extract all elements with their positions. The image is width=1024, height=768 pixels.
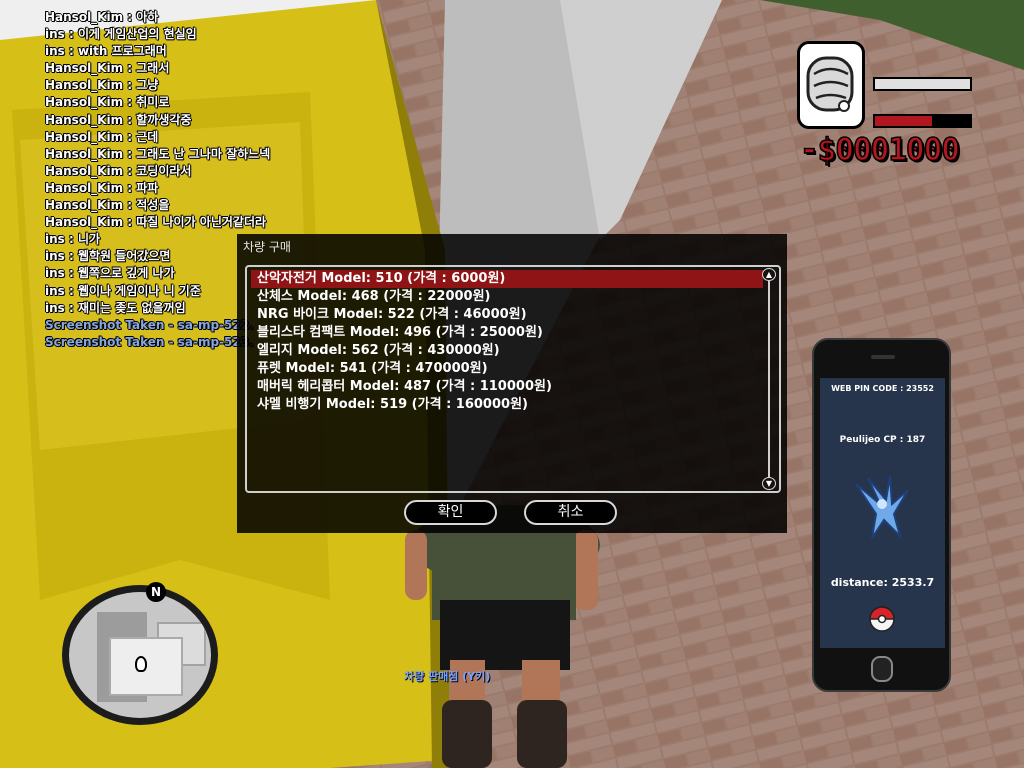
vehicle-list-item[interactable]: 샤멜 비행기 Model: 519 (가격 : 160000원) bbox=[251, 396, 763, 414]
game-scene: Hansol_Kim : 아하 ins : 이게 게임산업의 현실임 ins : w… bbox=[0, 0, 1024, 768]
waypoint-icon bbox=[135, 656, 147, 672]
pin-code-text: WEB PIN CODE : 23552 bbox=[831, 384, 934, 393]
vehicle-list-item[interactable]: 엘리지 Model: 562 (가격 : 430000원) bbox=[251, 342, 763, 360]
radar-minimap bbox=[62, 585, 218, 725]
chat-line: Hansol_Kim : 그냥 bbox=[45, 78, 159, 93]
dealership-caption: 차량 판매점 (Y키) bbox=[404, 670, 491, 683]
phone-home-button[interactable] bbox=[871, 656, 893, 682]
chat-line: Hansol_Kim : 따질 나이가 아닌거같더라 bbox=[45, 215, 267, 230]
north-marker: N bbox=[146, 582, 166, 602]
cancel-button[interactable]: 취소 bbox=[524, 500, 617, 525]
chat-line: Hansol_Kim : 아하 bbox=[45, 10, 159, 24]
distance-text: distance: 2533.7 bbox=[830, 576, 935, 589]
weapon-slot bbox=[797, 41, 865, 129]
phone-screen: WEB PIN CODE : 23552 Peulijeo CP : 187 d… bbox=[820, 378, 945, 648]
pokeball-icon[interactable] bbox=[869, 606, 895, 632]
vehicle-list-item[interactable]: 블리스타 컴팩트 Model: 496 (가격 : 25000원) bbox=[251, 324, 763, 342]
armor-bar bbox=[873, 77, 972, 91]
vehicle-list-item[interactable]: 산악자전거 Model: 510 (가격 : 6000원) bbox=[251, 270, 763, 288]
chat-line: ins : with 프로그래머 bbox=[45, 44, 167, 59]
vehicle-list-item[interactable]: NRG 바이크 Model: 522 (가격 : 46000원) bbox=[251, 306, 763, 324]
vehicle-list-item[interactable]: 산체스 Model: 468 (가격 : 22000원) bbox=[251, 288, 763, 306]
health-bar-fill bbox=[875, 116, 932, 126]
chat-line: Hansol_Kim : 코딩이라서 bbox=[45, 163, 192, 178]
phone-widget: WEB PIN CODE : 23552 Peulijeo CP : 187 d… bbox=[812, 338, 951, 692]
armor-bar-fill bbox=[875, 79, 970, 89]
chat-line: Hansol_Kim : 적성을 bbox=[45, 198, 170, 213]
pokemon-cp-text: Peulijeo CP : 187 bbox=[839, 435, 926, 445]
vehicle-list: 산악자전거 Model: 510 (가격 : 6000원) 산체스 Model: … bbox=[251, 270, 763, 414]
chat-line: Hansol_Kim : 근데 bbox=[45, 129, 159, 144]
chat-line: Hansol_Kim : 취미로 bbox=[45, 95, 170, 110]
dialog-title: 차량 구매 bbox=[243, 240, 291, 254]
chat-line: ins : 이게 게임산업의 현실임 bbox=[45, 27, 197, 42]
phone-speaker bbox=[871, 355, 895, 359]
vehicle-list-item[interactable]: 퓨렛 Model: 541 (가격 : 470000원) bbox=[251, 360, 763, 378]
scroll-down-icon[interactable]: ▼ bbox=[762, 477, 776, 490]
health-bar bbox=[873, 114, 972, 128]
vehicle-list-item[interactable]: 매버릭 헤리콥터 Model: 487 (가격 : 110000원) bbox=[251, 378, 763, 396]
chat-line: Hansol_Kim : 할까생각중 bbox=[45, 112, 192, 127]
fist-icon bbox=[806, 56, 854, 112]
vehicle-list-box: 산악자전거 Model: 510 (가격 : 6000원) 산체스 Model: … bbox=[245, 265, 781, 493]
vehicle-purchase-dialog: 차량 구매 산악자전거 Model: 510 (가격 : 6000원) 산체스 M… bbox=[237, 234, 787, 533]
articuno-icon bbox=[855, 475, 909, 540]
confirm-button[interactable]: 확인 bbox=[404, 500, 497, 525]
chat-line: Hansol_Kim : 파파 bbox=[45, 180, 159, 195]
scroll-track[interactable] bbox=[768, 280, 770, 478]
money-counter: -$0001000 bbox=[799, 131, 960, 169]
chat-line: Hansol_Kim : 그래도 난 그나마 잘하느넥 bbox=[45, 146, 271, 161]
list-scrollbar[interactable]: ▲ ▼ bbox=[762, 268, 776, 490]
chat-line: Hansol_Kim : 그래서 bbox=[45, 61, 170, 76]
